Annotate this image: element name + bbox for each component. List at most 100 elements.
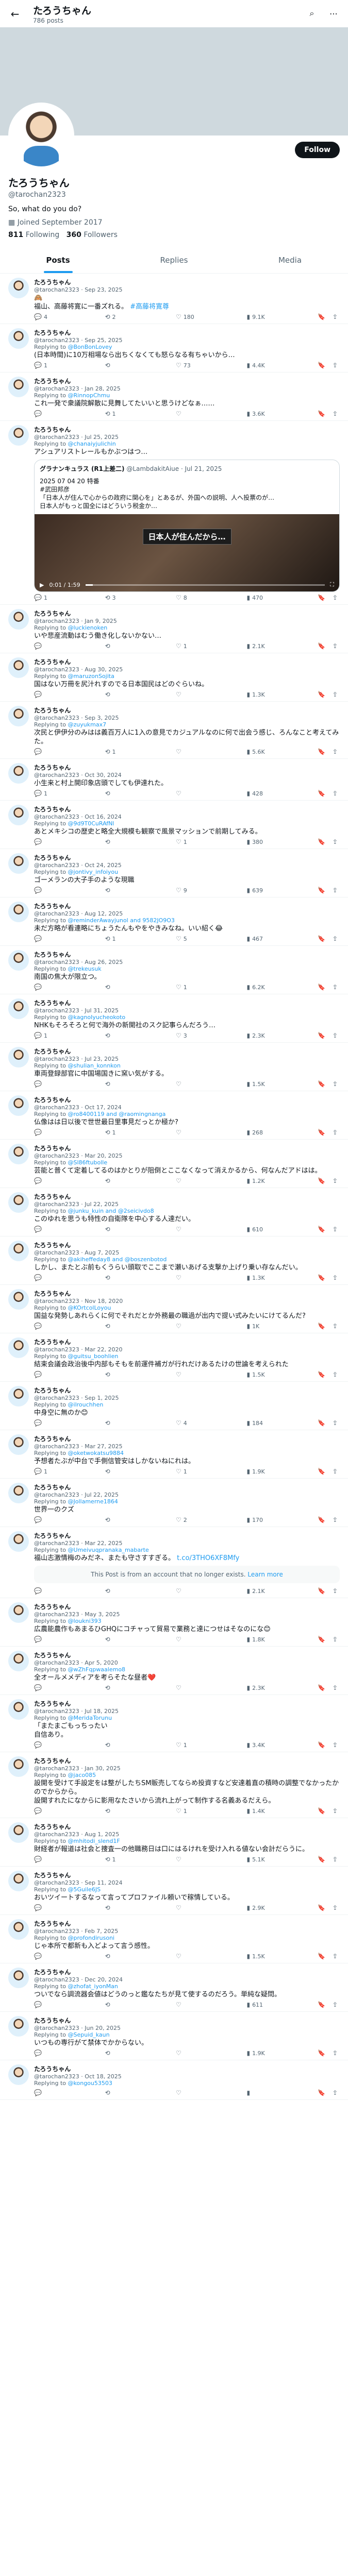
views-button[interactable]: ▮ 611 xyxy=(246,2001,283,2008)
like-button[interactable]: ♡ xyxy=(176,1274,212,1281)
bookmark-icon[interactable]: 🔖 xyxy=(318,1419,325,1427)
views-button[interactable]: ▮ 2.1K xyxy=(246,1587,283,1595)
reply-mention[interactable]: @ro8400119 and @raomingnanga xyxy=(68,1111,166,1117)
share-icon[interactable]: ⇪ xyxy=(333,1468,338,1475)
reply-button[interactable]: 💬 xyxy=(34,642,70,650)
like-button[interactable]: ♡ xyxy=(176,1684,212,1691)
share-icon[interactable]: ⇪ xyxy=(333,1587,338,1595)
post-avatar[interactable] xyxy=(8,377,29,397)
views-button[interactable]: ▮ 3.4K xyxy=(246,1741,283,1749)
like-button[interactable]: ♡ 1 xyxy=(176,1741,212,1749)
post-author-name[interactable]: たろうちゃん xyxy=(34,2064,340,2073)
reply-button[interactable]: 💬 xyxy=(34,1226,70,1233)
post-author-name[interactable]: たろうちゃん xyxy=(34,950,340,959)
post-author-name[interactable]: たろうちゃん xyxy=(34,1699,340,1708)
reply-mention[interactable]: @maruzonSojita xyxy=(68,673,114,680)
post[interactable]: たろうちゃん @tarochan2323 · Apr 5, 2020 Reply… xyxy=(0,1647,348,1695)
post-author-name[interactable]: たろうちゃん xyxy=(34,1871,340,1879)
views-button[interactable]: ▮ 268 xyxy=(246,1129,283,1136)
post-author-name[interactable]: たろうちゃん xyxy=(34,425,340,434)
post[interactable]: たろうちゃん @tarochan2323 · Jul 31, 2025 Repl… xyxy=(0,994,348,1043)
share-icon[interactable]: ⇪ xyxy=(333,1419,338,1427)
post[interactable]: たろうちゃん @tarochan2323 · Oct 18, 2025 Repl… xyxy=(0,2060,348,2100)
post-author-name[interactable]: たろうちゃん xyxy=(34,1602,340,1611)
reply-mention[interactable]: @Sepuid_kaun xyxy=(68,2031,110,2038)
repost-button[interactable]: ⟲ xyxy=(105,984,141,991)
post-avatar[interactable] xyxy=(8,1047,29,1067)
post[interactable]: たろうちゃん @tarochan2323 · Aug 1, 2025 Reply… xyxy=(0,1818,348,1867)
repost-button[interactable]: ⟲ xyxy=(105,2089,141,2096)
post[interactable]: たろうちゃん @tarochan2323 · Jan 28, 2025 Repl… xyxy=(0,372,348,421)
share-icon[interactable]: ⇪ xyxy=(333,838,338,845)
like-button[interactable]: ♡ 1 xyxy=(176,984,212,991)
repost-button[interactable]: ⟲ 1 xyxy=(105,748,141,755)
repost-button[interactable]: ⟲ xyxy=(105,1177,141,1184)
post[interactable]: たろうちゃん @tarochan2323 · May 3, 2025 Reply… xyxy=(0,1598,348,1647)
reply-mention[interactable]: @kagnoIyucheokoto xyxy=(68,1014,126,1021)
post-author-name[interactable]: たろうちゃん xyxy=(34,609,340,618)
post-author-name[interactable]: たろうちゃん xyxy=(34,902,340,910)
post[interactable]: たろうちゃん @tarochan2323 · Oct 17, 2024 Repl… xyxy=(0,1091,348,1140)
reply-button[interactable]: 💬 xyxy=(34,1904,70,1911)
post[interactable]: たろうちゃん @tarochan2323 · Jul 18, 2025 Repl… xyxy=(0,1695,348,1752)
reply-button[interactable]: 💬 xyxy=(34,1323,70,1330)
reply-button[interactable]: 💬 1 xyxy=(34,1032,70,1039)
reply-button[interactable]: 💬 xyxy=(34,1274,70,1281)
views-button[interactable]: ▮ 4.4K xyxy=(246,362,283,369)
reply-mention[interactable]: @kongou53503 xyxy=(68,2080,112,2087)
tab-replies[interactable]: Replies xyxy=(116,247,232,273)
post-avatar[interactable] xyxy=(8,2064,29,2085)
post-author-name[interactable]: たろうちゃん xyxy=(34,1919,340,1928)
following-label[interactable]: Following xyxy=(26,231,60,239)
repost-button[interactable]: ⟲ xyxy=(105,2001,141,2008)
reply-button[interactable]: 💬 xyxy=(34,1807,70,1815)
post[interactable]: たろうちゃん @tarochan2323 · Sep 23, 2025 🙈 福山… xyxy=(0,274,348,324)
reply-button[interactable]: 💬 1 xyxy=(34,790,70,797)
post-avatar[interactable] xyxy=(8,1651,29,1671)
like-button[interactable]: ♡ xyxy=(176,1904,212,1911)
share-icon[interactable]: ⇪ xyxy=(333,2089,338,2096)
like-button[interactable]: ♡ 73 xyxy=(176,362,212,369)
post-author-name[interactable]: たろうちゃん xyxy=(34,1047,340,1056)
post-avatar[interactable] xyxy=(8,706,29,726)
reply-button[interactable]: 💬 xyxy=(34,410,70,417)
post[interactable]: たろうちゃん @tarochan2323 · Aug 30, 2025 Repl… xyxy=(0,653,348,702)
reply-button[interactable]: 💬 xyxy=(34,1371,70,1378)
like-button[interactable]: ♡ xyxy=(176,1226,212,1233)
like-button[interactable]: ♡ 4 xyxy=(176,1419,212,1427)
bookmark-icon[interactable]: 🔖 xyxy=(318,1129,325,1136)
post-author-name[interactable]: たろうちゃん xyxy=(34,706,340,715)
views-button[interactable]: ▮ 1.4K xyxy=(246,1807,283,1815)
like-button[interactable]: ♡ xyxy=(176,2001,212,2008)
post-avatar[interactable] xyxy=(8,1192,29,1213)
post[interactable]: たろうちゃん @tarochan2323 · Feb 7, 2025 Reply… xyxy=(0,1915,348,1963)
bookmark-icon[interactable]: 🔖 xyxy=(318,1587,325,1595)
bookmark-icon[interactable]: 🔖 xyxy=(318,838,325,845)
post-author-name[interactable]: たろうちゃん xyxy=(34,1386,340,1395)
reply-mention[interactable]: @RinnopChmu xyxy=(68,392,110,399)
reply-mention[interactable]: @jaco085 xyxy=(68,1772,96,1778)
share-icon[interactable]: ⇪ xyxy=(333,2049,338,2057)
post[interactable]: たろうちゃん @tarochan2323 · Jan 30, 2025 Repl… xyxy=(0,1752,348,1818)
repost-button[interactable]: ⟲ xyxy=(105,1741,141,1749)
views-button[interactable]: ▮ 1.2K xyxy=(246,1177,283,1184)
like-button[interactable]: ♡ xyxy=(176,1636,212,1643)
reply-mention[interactable]: @wZhFqpwaalemo8 xyxy=(68,1666,126,1673)
share-icon[interactable]: ⇪ xyxy=(333,1080,338,1088)
views-button[interactable]: ▮ 2.1K xyxy=(246,642,283,650)
like-button[interactable]: ♡ xyxy=(176,1129,212,1136)
post[interactable]: たろうちゃん @tarochan2323 · Jan 9, 2025 Reply… xyxy=(0,605,348,653)
reply-button[interactable]: 💬 xyxy=(34,1080,70,1088)
views-button[interactable]: ▮ 1.3K xyxy=(246,691,283,698)
bookmark-icon[interactable]: 🔖 xyxy=(318,935,325,942)
views-button[interactable]: ▮ 170 xyxy=(246,1516,283,1523)
like-button[interactable]: ♡ 5 xyxy=(176,935,212,942)
repost-button[interactable]: ⟲ 3 xyxy=(105,594,141,601)
post-avatar[interactable] xyxy=(8,278,29,298)
tab-posts[interactable]: Posts xyxy=(0,247,116,273)
reply-button[interactable]: 💬 xyxy=(34,1419,70,1427)
following-count[interactable]: 811 xyxy=(8,231,23,239)
repost-button[interactable]: ⟲ xyxy=(105,691,141,698)
like-button[interactable]: ♡ xyxy=(176,1587,212,1595)
views-button[interactable]: ▮ 1.9K xyxy=(246,1468,283,1475)
